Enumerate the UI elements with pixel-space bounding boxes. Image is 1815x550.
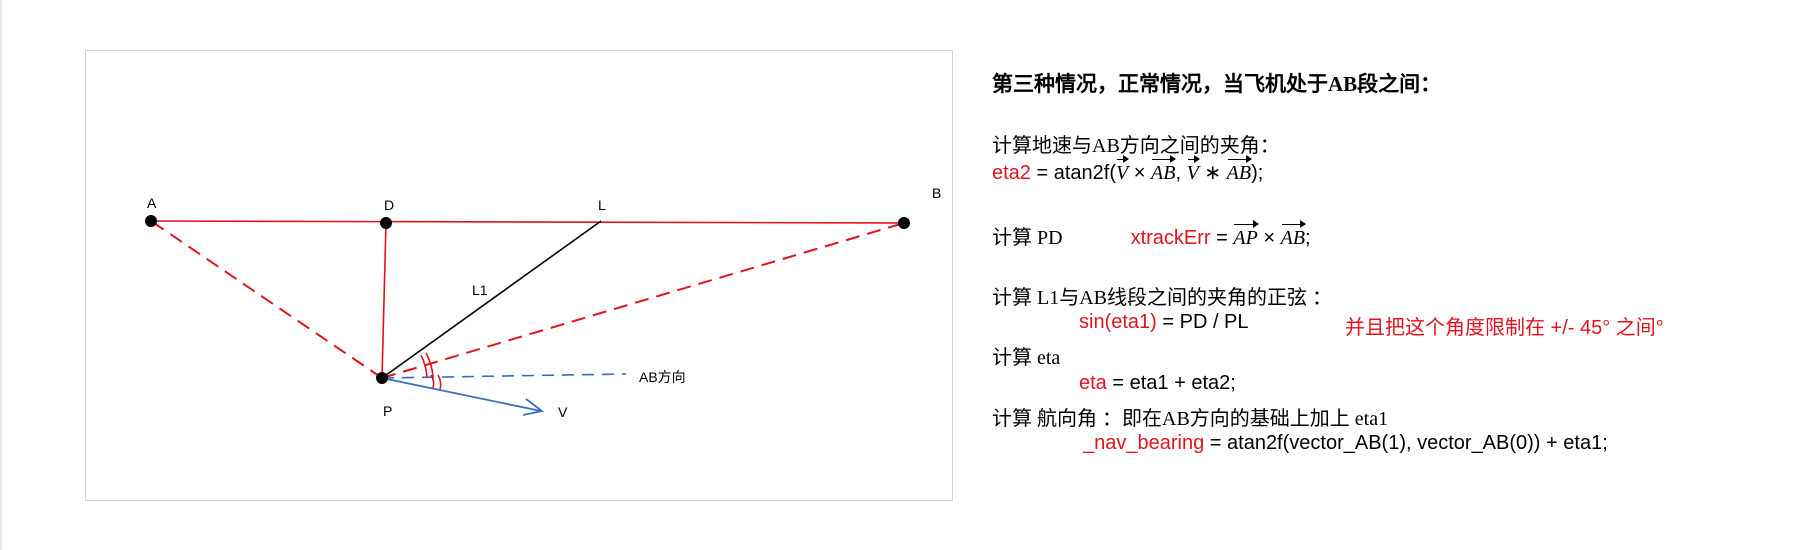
segment-ab bbox=[150, 220, 905, 224]
step2-heading: 计算 PD bbox=[992, 227, 1063, 249]
step3-heading: 计算 L1与AB线段之间的夹角的正弦 ： bbox=[992, 287, 1332, 309]
geometry-diagram: A D L B L1 P V AB方向 bbox=[85, 50, 953, 501]
step4-variable: eta bbox=[1079, 372, 1107, 394]
vector-ab: AB bbox=[1151, 155, 1177, 184]
label-l: L bbox=[598, 197, 606, 213]
label-b: B bbox=[932, 185, 942, 201]
vector-ap: AP bbox=[1233, 220, 1260, 249]
label-ab-direction: AB方向 bbox=[639, 369, 686, 385]
step3-variable: sin(eta1) bbox=[1079, 311, 1157, 333]
vector-ab-2: AB bbox=[1226, 155, 1253, 184]
velocity-vector bbox=[381, 377, 542, 412]
dashed-pb bbox=[381, 222, 905, 379]
step4-eq: = eta1 + eta2; bbox=[1106, 372, 1236, 394]
step4-formula: eta = eta1 + eta2; bbox=[1079, 372, 1236, 395]
comma: , bbox=[1175, 162, 1187, 184]
label-d: D bbox=[384, 197, 395, 213]
label-a: A bbox=[147, 195, 157, 211]
dot-op: ∗ bbox=[1198, 162, 1227, 184]
step1-end: ); bbox=[1251, 162, 1264, 184]
vector-v-2: V bbox=[1186, 155, 1201, 184]
step2-cross: × bbox=[1257, 227, 1281, 249]
step2-variable: xtrackErr bbox=[1130, 227, 1211, 249]
label-v: V bbox=[558, 404, 568, 420]
step3-eq: = PD / PL bbox=[1156, 311, 1249, 333]
ab-direction-line bbox=[381, 373, 627, 379]
segment-pd bbox=[381, 222, 387, 379]
point-p bbox=[376, 372, 388, 384]
step2-end: ; bbox=[1305, 227, 1311, 249]
step1-variable: eta2 bbox=[992, 162, 1031, 184]
label-l1: L1 bbox=[472, 282, 488, 298]
step5-heading: 计算 航向角 ：即在AB方向的基础上加上 eta1 bbox=[992, 408, 1389, 430]
vector-ab-3: AB bbox=[1280, 220, 1307, 249]
left-edge-bar bbox=[0, 0, 2, 550]
step5-formula: _nav_bearing = atan2f(vector_AB(1), vect… bbox=[1083, 432, 1608, 455]
step3-formula: sin(eta1) = PD / PL bbox=[1079, 311, 1249, 334]
segment-pl bbox=[381, 220, 602, 379]
cross-op: × bbox=[1128, 162, 1152, 184]
diagram-canvas bbox=[145, 215, 910, 416]
notes-title: 第三种情况，正常情况，当飞机处于AB段之间： bbox=[992, 72, 1442, 96]
vector-v: V bbox=[1116, 155, 1130, 184]
point-b bbox=[898, 217, 910, 229]
step1-heading: 计算地速与AB方向之间的夹角： bbox=[992, 135, 1280, 157]
angle-arc-1 bbox=[420, 354, 428, 378]
step5-variable: _nav_bearing bbox=[1083, 432, 1205, 454]
step1-formula: eta2 = atan2f(V × AB, V ∗ AB); bbox=[992, 155, 1264, 185]
step5-eq: = atan2f(vector_AB(1), vector_AB(0)) + e… bbox=[1204, 432, 1608, 454]
point-d bbox=[380, 217, 392, 229]
point-a bbox=[145, 215, 157, 227]
step2-eq: = bbox=[1210, 227, 1234, 249]
step4-heading: 计算 eta bbox=[992, 347, 1061, 369]
dashed-pa bbox=[150, 220, 383, 379]
label-p: P bbox=[383, 403, 393, 419]
step3-note: 并且把这个角度限制在 +/- 45° 之间° bbox=[1345, 317, 1664, 339]
step1-eq: = atan2f( bbox=[1030, 162, 1116, 184]
step2-line: 计算 PD xtrackErr = AP × AB; bbox=[992, 220, 1311, 250]
angle-arc-4 bbox=[437, 374, 442, 390]
